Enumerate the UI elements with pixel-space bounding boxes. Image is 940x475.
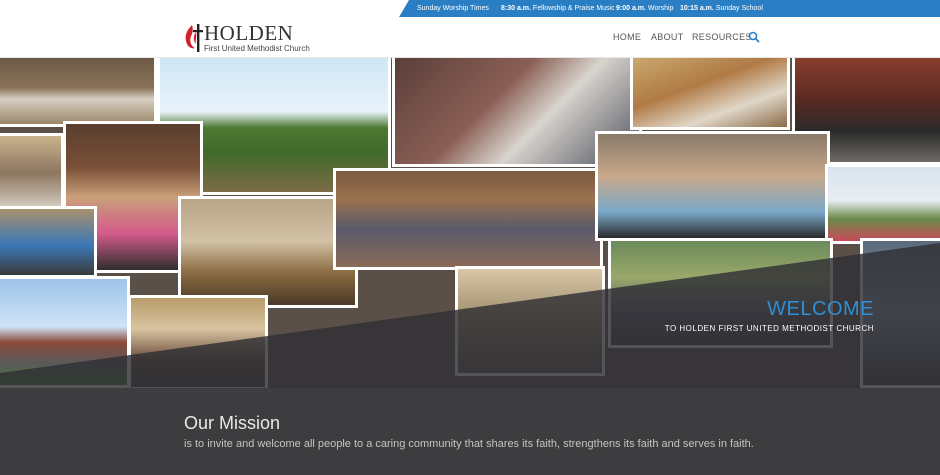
mission-text: is to invite and welcome all people to a… (184, 438, 754, 450)
nav-about[interactable]: ABOUT (651, 32, 684, 42)
service-time: 8:30 a.m. (501, 5, 531, 12)
nav-home[interactable]: HOME (613, 32, 641, 42)
service-times-bar: Sunday Worship Times 8:30 a.m. Fellowshi… (0, 0, 940, 17)
service-item-3: 10:15 a.m. Sunday School (680, 0, 763, 17)
service-name: Sunday School (715, 5, 763, 12)
service-item-2: 9:00 a.m. Worship (616, 0, 673, 17)
mission-title: Our Mission (184, 413, 281, 433)
site-header: HOLDEN First United Methodist Church HOM… (0, 17, 940, 58)
welcome-subtitle: TO HOLDEN FIRST UNITED METHODIST CHURCH (664, 324, 874, 333)
service-item-1: 8:30 a.m. Fellowship & Praise Music (501, 0, 615, 17)
logo-subtitle: First United Methodist Church (204, 44, 310, 53)
welcome-title: WELCOME (767, 298, 874, 320)
mission-section: Our Mission is to invite and welcome all… (0, 388, 940, 475)
nav-resources[interactable]: RESOURCES (692, 32, 752, 42)
service-name: Fellowship & Praise Music (532, 5, 615, 12)
service-time: 10:15 a.m. (680, 5, 714, 12)
cross-and-flame-icon[interactable] (183, 22, 203, 54)
service-times-label: Sunday Worship Times (417, 5, 489, 12)
diagonal-overlay (0, 243, 940, 388)
logo-title[interactable]: HOLDEN (204, 21, 293, 46)
service-name: Worship (647, 5, 674, 12)
search-icon[interactable] (748, 31, 760, 43)
photo-collage: WELCOME TO HOLDEN FIRST UNITED METHODIST… (0, 58, 940, 388)
service-time: 9:00 a.m. (616, 5, 646, 12)
